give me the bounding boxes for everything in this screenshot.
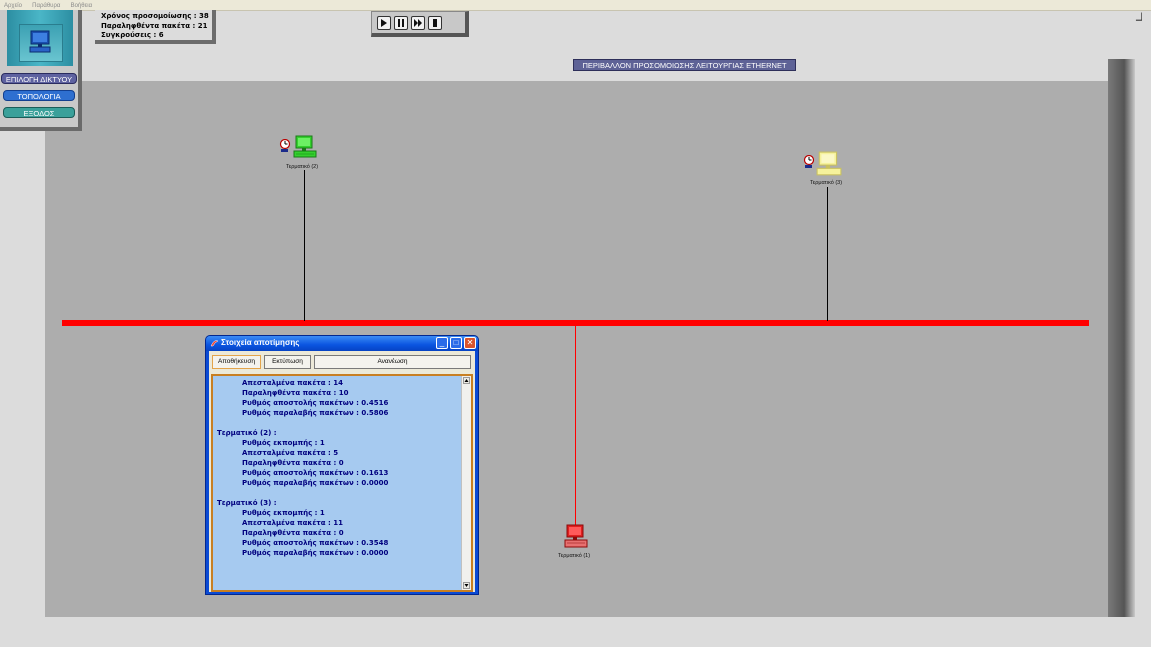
close-icon[interactable]: ✕ [464, 337, 476, 349]
result-line: Ρυθμός αποστολής πακέτων : 0.1613 [242, 469, 389, 477]
scrollbar[interactable] [461, 376, 471, 590]
dialog-body: Αποθήκευση Εκτύπωση Ανανέωση Απεσταλμένα… [209, 351, 475, 592]
result-line: Ρυθμός αποστολής πακέτων : 0.4516 [242, 399, 389, 407]
result-line: Απεσταλμένα πακέτα : 11 [242, 519, 343, 527]
result-line: Απεσταλμένα πακέτα : 14 [242, 379, 343, 387]
simulation-controls [371, 11, 469, 37]
minimize-icon[interactable]: ▁▏ [1136, 14, 1147, 21]
topology-button[interactable]: ΤΟΠΟΛΟΓΙΑ [3, 90, 75, 101]
simulation-stats-panel: Χρόνος προσομοίωσης : 38 Παραληφθέντα πα… [95, 10, 216, 44]
fast-forward-icon [414, 19, 422, 27]
terminal-2[interactable]: Τερματικό (2) [279, 135, 324, 173]
result-line: Παραληφθέντα πακέτα : 0 [242, 459, 344, 467]
save-button[interactable]: Αποθήκευση [212, 355, 261, 369]
terminal-2-label: Τερματικό (2) [286, 164, 319, 170]
result-line: Ρυθμός παραλαβής πακέτων : 0.0000 [242, 479, 389, 487]
app-logo [7, 10, 73, 66]
computer-icon [29, 30, 51, 53]
evaluation-dialog: Στοιχεία αποτίμησης _ □ ✕ Αποθήκευση Εκτ… [205, 335, 479, 595]
terminal-3[interactable]: Τερματικό (3) [803, 151, 851, 189]
app-icon [210, 340, 219, 347]
result-line: Ρυθμός εκπομπής : 1 [242, 439, 325, 447]
main-menu-panel: ΕΠΙΛΟΓΗ ΔΙΚΤΥΟΥ ΤΟΠΟΛΟΓΙΑ ΕΞΟΔΟΣ [0, 10, 82, 131]
result-blank-line [217, 418, 462, 428]
environment-banner: ΠΕΡΙΒΑΛΛΟΝ ΠΡΟΣΟΜΟΙΩΣΗΣ ΛΕΙΤΟΥΡΓΙΑΣ ETHE… [573, 59, 796, 71]
clock-icon [803, 155, 815, 168]
result-line: Τερματικό (3) : [217, 499, 277, 507]
result-line: Παραληφθέντα πακέτα : 0 [242, 529, 344, 537]
area-shadow [1108, 59, 1135, 617]
print-button[interactable]: Εκτύπωση [264, 355, 311, 369]
stop-button[interactable] [428, 16, 442, 30]
result-line: Τερματικό (2) : [217, 429, 277, 437]
collisions: Συγκρούσεις : 6 [101, 31, 164, 39]
results-content: Απεσταλμένα πακέτα : 14 Παραληφθέντα πακέ… [217, 378, 462, 558]
dialog-titlebar[interactable]: Στοιχεία αποτίμησης _ □ ✕ [206, 336, 478, 351]
computer-icon [816, 151, 842, 176]
scroll-up-icon[interactable] [463, 377, 470, 384]
result-line: Παραληφθέντα πακέτα : 10 [242, 389, 349, 397]
results-textarea[interactable]: Απεσταλμένα πακέτα : 14 Παραληφθέντα πακέ… [211, 374, 473, 592]
clock-icon [279, 139, 291, 152]
result-line: Ρυθμός εκπομπής : 1 [242, 509, 325, 517]
wire-terminal-1 [575, 325, 576, 525]
simulation-time: Χρόνος προσομοίωσης : 38 [101, 12, 209, 20]
terminal-1[interactable]: Τερματικό (1) [557, 524, 597, 562]
pause-icon [398, 19, 404, 27]
select-network-button[interactable]: ΕΠΙΛΟΓΗ ΔΙΚΤΥΟΥ [1, 73, 77, 84]
result-line: Απεσταλμένα πακέτα : 5 [242, 449, 339, 457]
result-line: Ρυθμός αποστολής πακέτων : 0.3548 [242, 539, 389, 547]
received-packets: Παραληφθέντα πακέτα : 21 [101, 21, 208, 30]
play-icon [381, 19, 387, 27]
play-button[interactable] [377, 16, 391, 30]
computer-icon [564, 524, 588, 548]
exit-button[interactable]: ΕΞΟΔΟΣ [3, 107, 75, 118]
wire-terminal-2 [304, 170, 305, 321]
stop-icon [433, 19, 437, 27]
terminal-3-label: Τερματικό (3) [810, 180, 843, 186]
result-line: Ρυθμός παραλαβής πακέτων : 0.5806 [242, 409, 389, 417]
pause-button[interactable] [394, 16, 408, 30]
maximize-icon[interactable]: □ [450, 337, 462, 349]
dialog-title: Στοιχεία αποτίμησης [221, 338, 300, 347]
scroll-down-icon[interactable] [463, 582, 470, 589]
fast-forward-button[interactable] [411, 16, 425, 30]
result-blank-line [217, 488, 462, 498]
minimize-icon[interactable]: _ [436, 337, 448, 349]
terminal-1-label: Τερματικό (1) [558, 553, 591, 559]
refresh-button[interactable]: Ανανέωση [314, 355, 471, 369]
wire-terminal-3 [827, 187, 828, 321]
result-line: Ρυθμός παραλαβής πακέτων : 0.0000 [242, 549, 389, 557]
computer-icon [293, 135, 317, 158]
